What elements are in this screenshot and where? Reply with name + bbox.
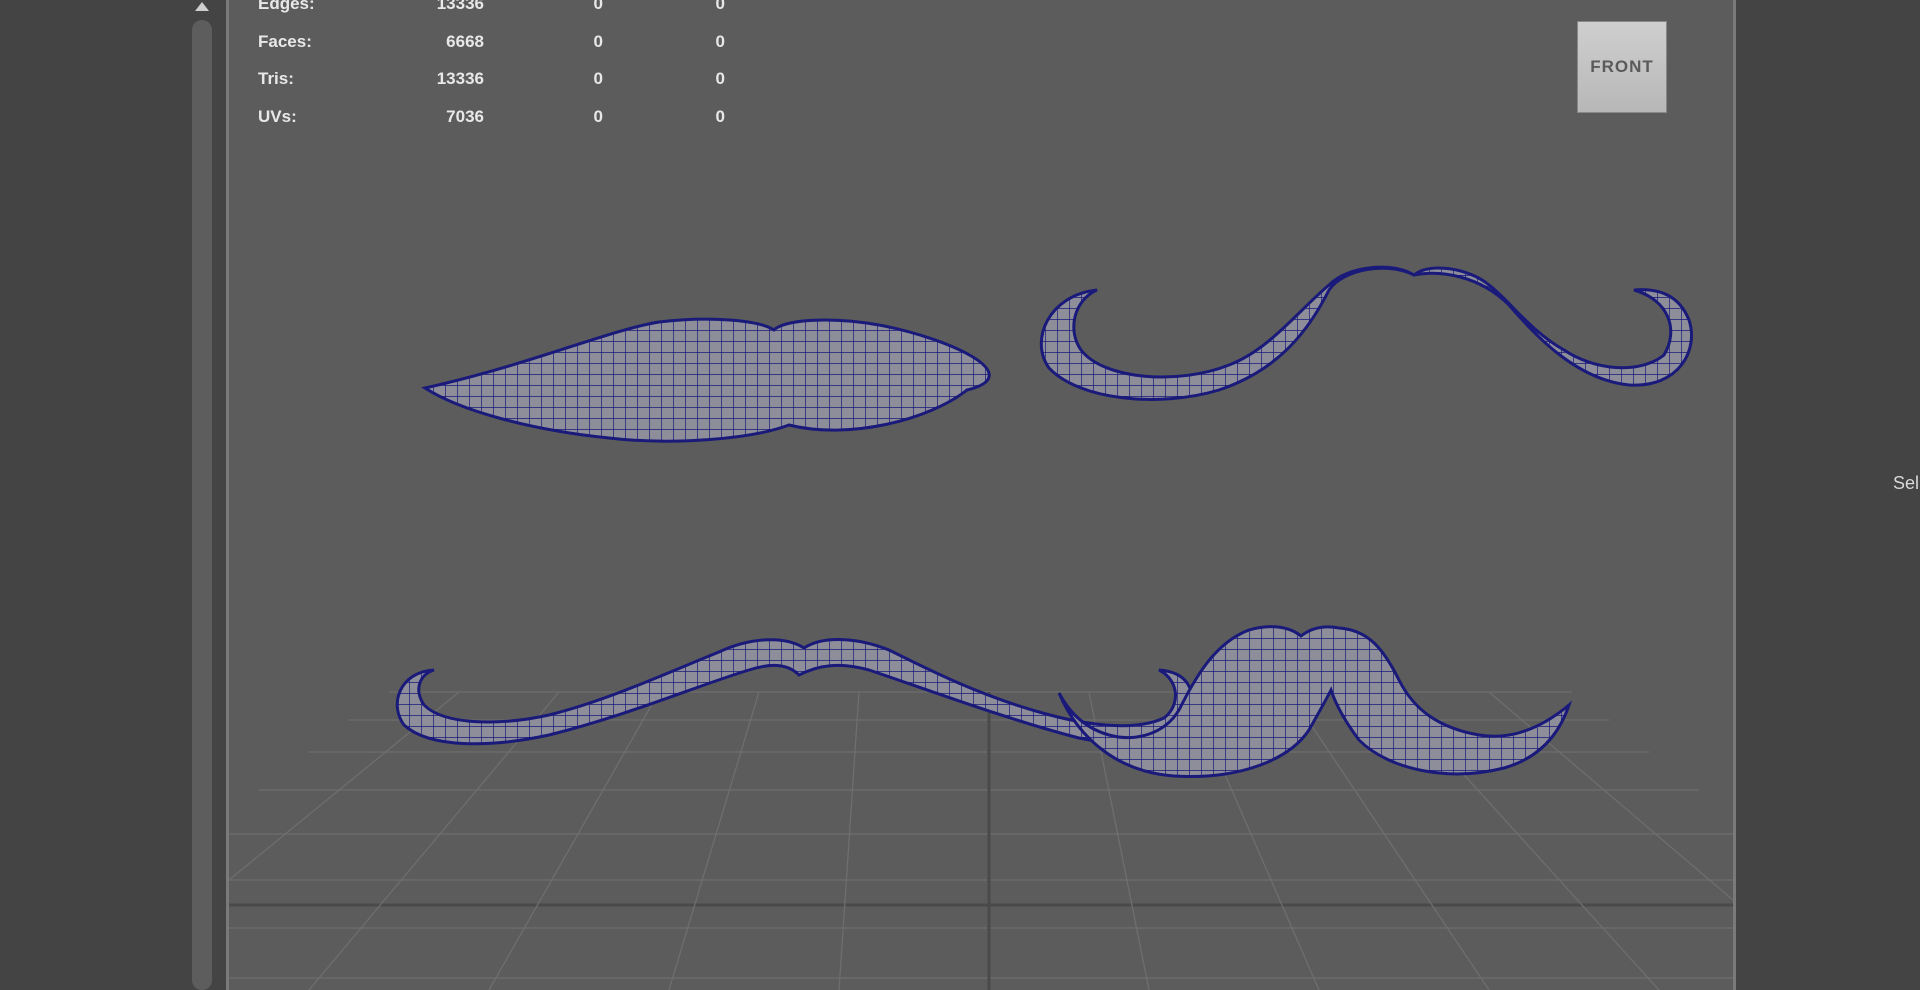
mustache-mesh-2[interactable] [1039, 265, 1693, 401]
scroll-up-icon[interactable] [195, 2, 209, 11]
mustache-mesh-4[interactable] [1057, 625, 1573, 779]
right-panel-label: Sel [1893, 473, 1920, 493]
hud-value: 0 [715, 106, 725, 126]
hud-label: Tris: [258, 69, 294, 88]
hud-value: 13336 [436, 0, 484, 13]
hud-value: 0 [593, 0, 603, 13]
hud-label: Edges: [258, 0, 315, 13]
scrollbar-track[interactable] [192, 20, 212, 990]
mustache-mesh-1[interactable] [421, 317, 991, 443]
left-panel [0, 0, 190, 990]
hud-label: Faces: [258, 31, 312, 51]
viewport-scene[interactable] [229, 0, 1733, 990]
hud-value: 0 [715, 0, 725, 13]
hud-label: UVs: [258, 106, 297, 126]
right-panel [1740, 0, 1920, 990]
hud-value: 0 [593, 69, 603, 88]
left-scrollbar[interactable] [192, 0, 212, 990]
hud-value: 7036 [446, 106, 484, 126]
hud-value: 0 [715, 31, 725, 51]
hud-value: 0 [715, 69, 725, 88]
hud-value: 0 [593, 106, 603, 126]
hud-value: 0 [593, 31, 603, 51]
hud-value: 6668 [446, 31, 484, 51]
viewcube-front[interactable]: FRONT [1577, 21, 1667, 113]
hud-value: 13336 [436, 69, 484, 88]
